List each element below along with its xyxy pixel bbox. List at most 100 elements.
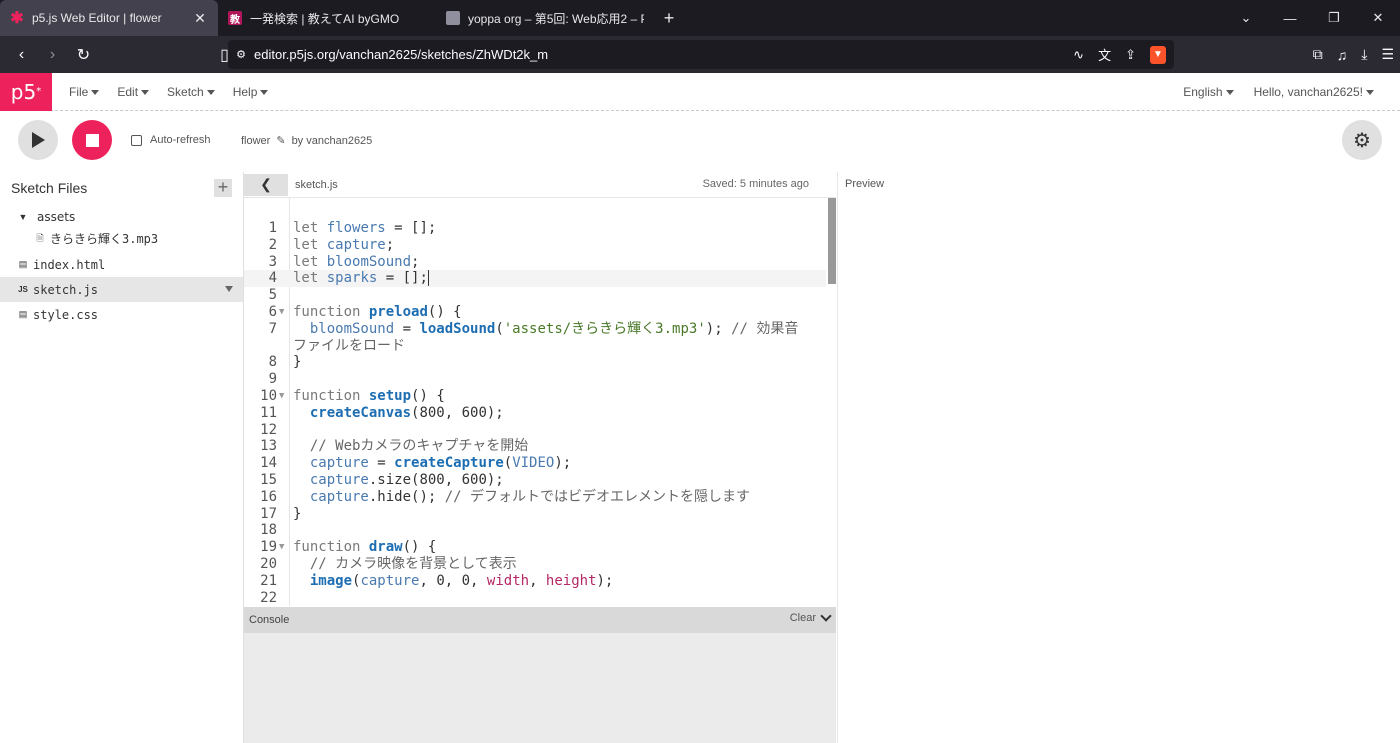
code-line[interactable]: 9 [244, 371, 826, 388]
user-menu[interactable]: Hello, vanchan2625! [1254, 85, 1374, 99]
code-line[interactable]: 16 capture.hide(); // デフォルトではビデオエレメントを隠し… [244, 489, 826, 506]
code-line[interactable]: 17} [244, 506, 826, 523]
code-line[interactable]: 18 [244, 522, 826, 539]
code-line[interactable]: 5 [244, 287, 826, 304]
add-file-button[interactable]: + [214, 178, 232, 197]
code-line[interactable]: 12 [244, 422, 826, 439]
menu-sketch[interactable]: Sketch [158, 85, 224, 99]
line-number: 22 [260, 589, 277, 606]
code-line[interactable]: 22 [244, 590, 826, 606]
file-options-icon[interactable] [225, 286, 233, 292]
editor-header: ❮ sketch.js Saved: 5 minutes ago [244, 172, 836, 197]
code-line[interactable]: 8} [244, 354, 826, 371]
auto-refresh-checkbox[interactable] [131, 134, 142, 146]
clear-console-button[interactable]: Clear [790, 612, 816, 624]
console-header: Console Clear [244, 607, 836, 633]
chevron-down-icon[interactable] [820, 610, 832, 622]
stop-button[interactable] [72, 120, 112, 160]
browser-nav-bar: ‹ › ↻ ▯ ⚙ editor.p5js.org/vanchan2625/sk… [0, 36, 1400, 73]
tab-title: 一発検索 | 教えてAI byGMO [250, 11, 400, 26]
address-bar[interactable]: ⚙ editor.p5js.org/vanchan2625/sketches/Z… [228, 40, 1174, 69]
close-tab-icon[interactable]: ✕ [192, 10, 208, 27]
caret-down-icon [1225, 90, 1234, 96]
p5-logo[interactable]: p5 * [0, 72, 52, 111]
menu-label: Help [232, 84, 258, 99]
preview-pane: Preview [837, 172, 1400, 743]
sketch-name[interactable]: flower ✎ by vanchan2625 [241, 134, 373, 148]
triangle-icon[interactable]: ▼ [18, 212, 28, 222]
sidebar: Sketch Files + ▼ assets 🗎 きらきら輝く3.mp3 ▤ … [0, 172, 244, 743]
tab-yoppa[interactable]: yoppa org – 第5回: Web応用2 – P5.js [436, 0, 654, 36]
no-audio-icon[interactable]: ∿ [1073, 47, 1084, 63]
tab-p5-editor[interactable]: ✱ p5.js Web Editor | flower ✕ [0, 0, 218, 36]
language-menu[interactable]: English [1183, 85, 1234, 99]
auto-refresh[interactable]: Auto-refresh [131, 134, 211, 146]
asterisk-icon: ✱ [10, 10, 24, 27]
translate-icon[interactable]: 文 [1098, 45, 1111, 64]
play-button[interactable] [18, 120, 58, 160]
forward-icon[interactable]: › [37, 46, 68, 64]
code-line[interactable]: 19 ▼ function draw() { [244, 539, 826, 556]
menu-label: Edit [117, 84, 139, 99]
code-line[interactable]: 6 ▼ function preload() { [244, 304, 826, 321]
collapse-sidebar-button[interactable]: ❮ [244, 173, 288, 196]
sidebar-file-style[interactable]: ▤ style.css [0, 302, 243, 327]
p5-nav: p5 * File Edit Sketch Help English Hello,… [0, 72, 1400, 111]
editor-filename: sketch.js [295, 178, 338, 191]
tab-search[interactable]: 教 一発検索 | 教えてAI byGMO [218, 0, 436, 36]
code-line[interactable]: 1 let flowers = []; [244, 220, 826, 237]
share-icon[interactable]: ⇪ [1125, 47, 1136, 63]
reload-icon[interactable]: ↻ [68, 45, 99, 65]
code-line[interactable]: 7 bloomSound = loadSound('assets/きらきら輝く3… [244, 321, 826, 338]
menu-label: File [69, 84, 89, 99]
menu-file[interactable]: File [60, 85, 108, 99]
sketch-title[interactable]: flower [241, 135, 270, 147]
line-number: 5 [268, 287, 277, 304]
fold-icon[interactable]: ▼ [279, 304, 284, 321]
code-line[interactable]: 13 // Webカメラのキャプチャを開始 [244, 438, 826, 455]
code-editor[interactable]: 1 let flowers = []; 2 let capture; 3 let bl… [244, 197, 836, 606]
preview-label: Preview [845, 178, 885, 190]
new-tab-icon[interactable]: + [654, 8, 684, 29]
line-number: 15 [260, 471, 277, 488]
line-number: 4 [268, 270, 277, 287]
menu-help[interactable]: Help [224, 85, 278, 99]
back-icon[interactable]: ‹ [6, 46, 37, 64]
code-line[interactable]: 3 let bloomSound; [244, 254, 826, 271]
pencil-icon[interactable]: ✎ [276, 134, 285, 147]
minimize-icon[interactable]: — [1268, 11, 1312, 26]
fold-icon[interactable]: ▼ [279, 388, 284, 405]
settings-button[interactable]: ⚙ [1342, 120, 1382, 160]
editor-scrollbar[interactable] [828, 198, 836, 284]
download-icon[interactable]: ⤓ [1361, 46, 1367, 63]
sidebar-file-mp3[interactable]: 🗎 きらきら輝く3.mp3 [0, 226, 243, 251]
sidebar-file-index[interactable]: ▤ index.html [0, 252, 243, 277]
line-number: 10 [260, 387, 277, 404]
brave-shield-icon[interactable]: ▼ [1150, 45, 1166, 64]
gear-icon: ⚙ [1353, 129, 1371, 152]
code-line[interactable]: 11 createCanvas(800, 600); [244, 405, 826, 422]
code-line[interactable]: 4 let sparks = []; [244, 270, 826, 288]
line-number: 6 [268, 303, 277, 320]
menu-icon[interactable]: ☰ [1381, 46, 1394, 63]
maximize-icon[interactable]: ❐ [1312, 10, 1356, 26]
extensions-icon[interactable]: ⧉ [1313, 46, 1323, 63]
close-window-icon[interactable]: ✕ [1356, 10, 1400, 26]
site-info-icon[interactable]: ⚙ [228, 48, 254, 61]
code-line[interactable]: ファイルをロード [244, 338, 826, 355]
code-line[interactable]: 2 let capture; [244, 237, 826, 254]
fold-icon[interactable]: ▼ [279, 539, 284, 556]
code-line[interactable]: 21 image(capture, 0, 0, width, height); [244, 573, 826, 590]
music-icon[interactable]: ♫ [1337, 47, 1348, 63]
code-line[interactable]: 10 ▼ function setup() { [244, 388, 826, 405]
code-line[interactable]: 15 capture.size(800, 600); [244, 472, 826, 489]
file-label: きらきら輝く3.mp3 [50, 232, 159, 246]
line-number: 19 [260, 539, 277, 556]
code-line[interactable]: 14 capture = createCapture(VIDEO); [244, 455, 826, 472]
code-line[interactable]: 20 // カメラ映像を背景として表示 [244, 556, 826, 573]
sketch-owner: by vanchan2625 [291, 134, 373, 147]
tab-list-icon[interactable]: ⌄ [1224, 10, 1268, 26]
menu-edit[interactable]: Edit [108, 85, 158, 99]
sidebar-file-sketch[interactable]: JS sketch.js [0, 277, 243, 302]
url-text[interactable]: editor.p5js.org/vanchan2625/sketches/ZhW… [254, 47, 548, 62]
